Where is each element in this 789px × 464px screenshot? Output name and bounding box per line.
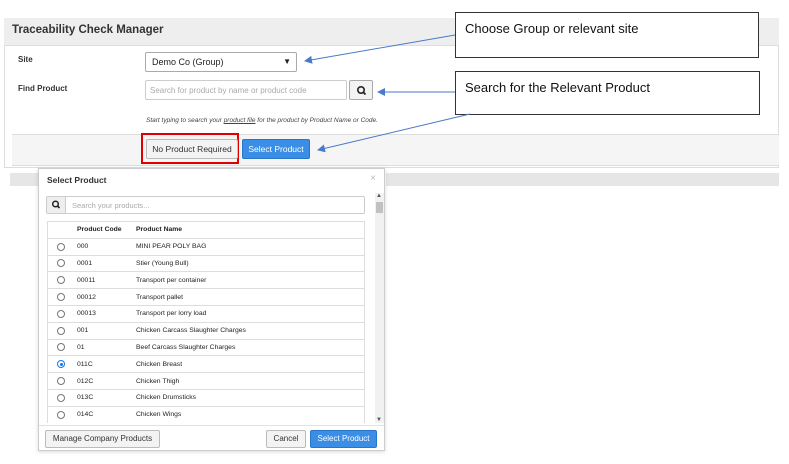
product-code-cell: 014C (75, 405, 133, 424)
product-table: Product Code Product Name 000 MINI PEAR P… (47, 221, 365, 424)
product-name-cell: Transport per lorry load (133, 304, 365, 323)
row-select-cell (47, 288, 75, 306)
modal-select-product-button[interactable]: Select Product (310, 430, 377, 448)
row-radio-button[interactable] (57, 242, 65, 251)
product-code-cell: 013C (75, 388, 133, 407)
row-radio-button[interactable] (57, 377, 65, 386)
row-radio-button[interactable] (57, 309, 65, 318)
search-icon (47, 197, 66, 213)
row-radio-button[interactable] (57, 343, 65, 352)
product-name-cell: Stier (Young Bull) (133, 254, 365, 272)
table-row[interactable]: 001 Chicken Carcass Slaughter Charges (47, 321, 365, 340)
row-select-cell (47, 254, 75, 272)
row-select-cell (47, 355, 75, 373)
table-row[interactable]: 014C Chicken Wings (47, 405, 365, 424)
arrow-to-select (317, 113, 471, 153)
product-code-cell: 00011 (75, 271, 133, 289)
row-radio-button[interactable] (57, 276, 65, 285)
row-radio-button[interactable] (57, 293, 65, 302)
row-select-cell (47, 304, 75, 323)
row-radio-button[interactable] (57, 259, 65, 268)
scroll-down-icon[interactable]: ▼ (376, 417, 382, 423)
row-select-cell (47, 237, 75, 256)
product-name-cell: Chicken Thigh (133, 372, 365, 390)
modal-title: Select Product (47, 175, 107, 185)
product-code-cell: 011C (75, 355, 133, 373)
table-row[interactable]: 00012 Transport pallet (47, 288, 365, 306)
product-code-cell: 0001 (75, 254, 133, 272)
product-name-cell: Chicken Carcass Slaughter Charges (133, 321, 365, 340)
product-name-cell: Transport per container (133, 271, 365, 289)
product-name-cell: Chicken Drumsticks (133, 388, 365, 407)
modal-footer: Manage Company Products Cancel Select Pr… (39, 425, 384, 450)
product-name-cell: Beef Carcass Slaughter Charges (133, 338, 365, 356)
modal-scrollbar[interactable]: ▲ ▼ (375, 193, 384, 423)
product-code-cell: 01 (75, 338, 133, 356)
row-select-cell (47, 405, 75, 424)
table-row[interactable]: 011C Chicken Breast (47, 355, 365, 373)
select-column-header (47, 221, 75, 239)
table-row[interactable]: 0001 Stier (Young Bull) (47, 254, 365, 272)
row-radio-button[interactable] (57, 360, 65, 369)
row-radio-button[interactable] (57, 393, 65, 402)
row-radio-button[interactable] (57, 410, 65, 419)
select-product-modal: Select Product × Search your products...… (38, 168, 385, 451)
row-select-cell (47, 388, 75, 407)
table-row[interactable]: 012C Chicken Thigh (47, 372, 365, 390)
table-row[interactable]: 013C Chicken Drumsticks (47, 388, 365, 407)
scrollbar-thumb[interactable] (376, 202, 383, 213)
product-name-cell: Transport pallet (133, 288, 365, 306)
row-radio-button[interactable] (57, 326, 65, 335)
close-icon[interactable]: × (370, 173, 376, 184)
table-row[interactable]: 00011 Transport per container (47, 271, 365, 289)
row-select-cell (47, 321, 75, 340)
product-code-header: Product Code (75, 221, 133, 239)
arrow-to-site (304, 34, 456, 64)
row-select-cell (47, 338, 75, 356)
product-name-cell: Chicken Wings (133, 405, 365, 424)
product-code-cell: 012C (75, 372, 133, 390)
product-code-cell: 000 (75, 237, 133, 256)
product-code-cell: 00013 (75, 304, 133, 323)
product-code-cell: 001 (75, 321, 133, 340)
table-row[interactable]: 000 MINI PEAR POLY BAG (47, 237, 365, 256)
product-code-cell: 00012 (75, 288, 133, 306)
scroll-up-icon[interactable]: ▲ (376, 193, 382, 199)
row-select-cell (47, 372, 75, 390)
manage-company-products-button[interactable]: Manage Company Products (45, 430, 160, 448)
modal-search-input[interactable]: Search your products... (72, 201, 150, 210)
cancel-button[interactable]: Cancel (266, 430, 306, 448)
table-row[interactable]: 01 Beef Carcass Slaughter Charges (47, 338, 365, 356)
product-name-cell: MINI PEAR POLY BAG (133, 237, 365, 256)
row-select-cell (47, 271, 75, 289)
modal-search-field[interactable]: Search your products... (46, 196, 365, 214)
product-name-cell: Chicken Breast (133, 355, 365, 373)
table-row[interactable]: 00013 Transport per lorry load (47, 304, 365, 323)
product-name-header: Product Name (133, 221, 365, 239)
